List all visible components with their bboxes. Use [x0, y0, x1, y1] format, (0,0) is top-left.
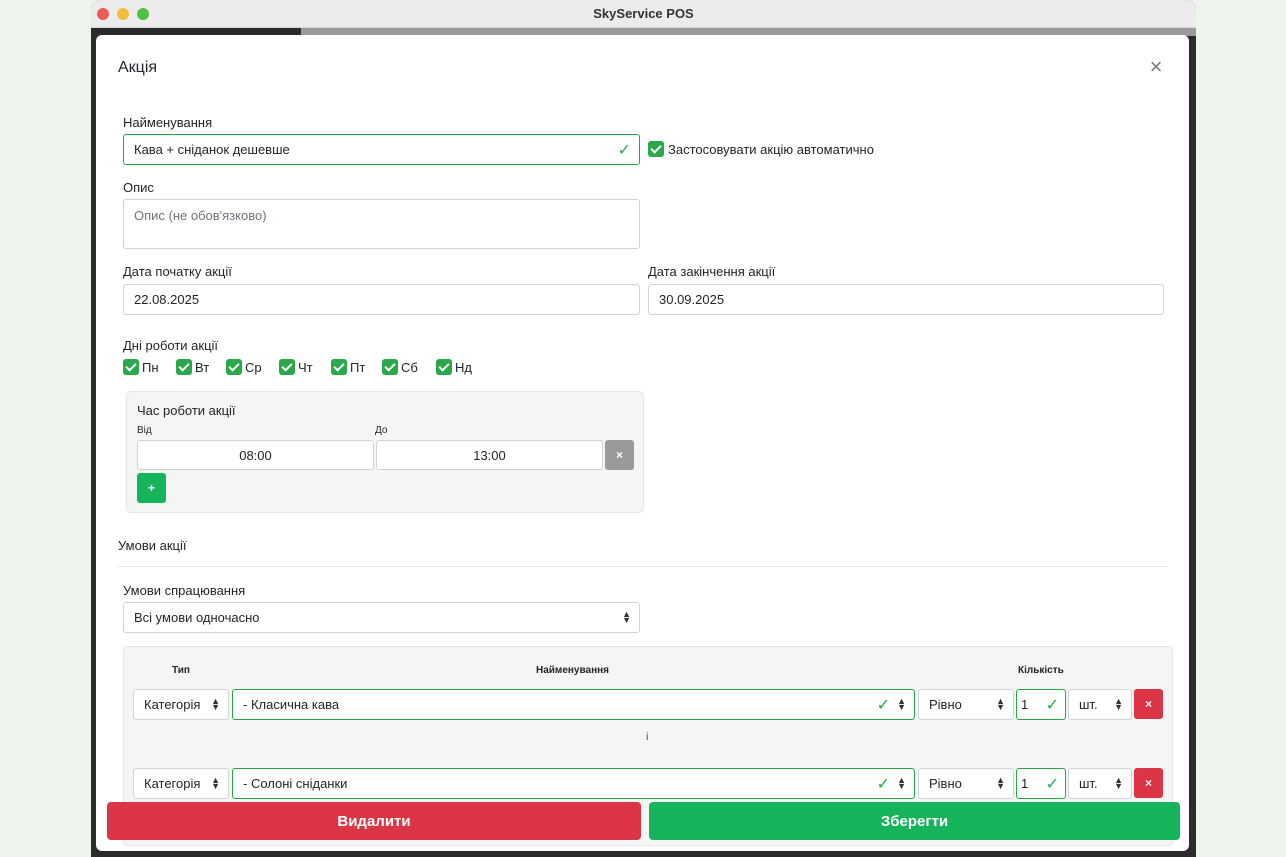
trigger-label: Умови спрацювання — [123, 583, 246, 598]
condition-unit-value: шт. — [1079, 776, 1098, 791]
promotion-modal: Акція × Найменування Кава + сніданок деш… — [96, 35, 1189, 851]
condition-name-value: - Солоні сніданки — [243, 776, 348, 791]
conditions-section-title: Умови акції — [118, 538, 187, 553]
updown-arrows-icon: ▲ ▼ — [211, 775, 220, 791]
and-separator: і — [646, 731, 649, 743]
condition-op-value: Рівно — [929, 697, 962, 712]
time-to-input[interactable]: 13:00 — [376, 440, 603, 470]
updown-arrows-icon: ▲ ▼ — [996, 696, 1005, 712]
day-checkbox-sat[interactable]: Сб — [382, 359, 436, 375]
days-checkboxes: Пн Вт Ср Чт Пт Сб Нд — [123, 359, 486, 375]
day-label: Вт — [195, 359, 210, 375]
day-checkbox-mon[interactable]: Пн — [123, 359, 176, 375]
time-block-title: Час роботи акції — [137, 403, 236, 418]
condition-unit-select[interactable]: шт. ▲ ▼ — [1068, 768, 1132, 799]
day-label: Сб — [401, 359, 418, 375]
auto-apply-label: Застосовувати акцію автоматично — [668, 141, 874, 157]
col-qty-header: Кількість — [1018, 665, 1064, 676]
condition-name-value: - Класична кава — [243, 697, 340, 712]
day-checkbox-sun[interactable]: Нд — [436, 359, 486, 375]
checkbox-checked-icon — [382, 359, 398, 375]
auto-apply-checkbox[interactable]: Застосовувати акцію автоматично — [648, 141, 874, 157]
condition-unit-select[interactable]: шт. ▲ ▼ — [1068, 689, 1132, 720]
start-date-label: Дата початку акції — [123, 264, 232, 279]
trigger-value: Всі умови одночасно — [134, 610, 260, 625]
day-label: Ср — [245, 359, 262, 375]
updown-arrows-icon: ▲ ▼ — [897, 775, 906, 791]
add-time-button[interactable]: + — [137, 473, 166, 503]
updown-arrows-icon: ▲ ▼ — [622, 609, 631, 625]
end-date-label: Дата закінчення акції — [648, 264, 776, 279]
end-date-value: 30.09.2025 — [659, 292, 725, 307]
start-date-value: 22.08.2025 — [134, 292, 200, 307]
condition-op-select[interactable]: Рівно ▲ ▼ — [918, 768, 1014, 799]
updown-arrows-icon: ▲ ▼ — [211, 696, 220, 712]
description-textarea[interactable]: Опис (не обов'язково) — [123, 199, 640, 249]
name-label: Найменування — [123, 115, 213, 130]
valid-check-icon: ✓ — [876, 697, 890, 714]
condition-unit-value: шт. — [1079, 697, 1098, 712]
condition-name-select[interactable]: - Класична кава ✓ ▲ ▼ — [232, 689, 915, 720]
checkbox-checked-icon — [176, 359, 192, 375]
checkbox-checked-icon — [436, 359, 452, 375]
col-type-header: Тип — [172, 665, 190, 676]
updown-arrows-icon: ▲ ▼ — [996, 775, 1005, 791]
time-from-label: Від — [137, 425, 152, 436]
valid-check-icon: ✓ — [617, 142, 631, 159]
updown-arrows-icon: ▲ ▼ — [1114, 775, 1123, 791]
condition-name-select[interactable]: - Солоні сніданки ✓ ▲ ▼ — [232, 768, 915, 799]
checkbox-checked-icon — [226, 359, 242, 375]
condition-qty-input[interactable]: 1 ✓ — [1016, 689, 1066, 720]
col-name-header: Найменування — [536, 665, 609, 676]
close-icon[interactable]: × — [1146, 56, 1166, 78]
days-label: Дні роботи акції — [123, 338, 219, 353]
day-checkbox-fri[interactable]: Пт — [331, 359, 382, 375]
updown-arrows-icon: ▲ ▼ — [897, 696, 906, 712]
name-value: Кава + сніданок дешевше — [134, 142, 290, 157]
description-label: Опис — [123, 180, 154, 195]
title-bar: SkyService POS — [91, 0, 1196, 28]
condition-op-select[interactable]: Рівно ▲ ▼ — [918, 689, 1014, 720]
day-checkbox-tue[interactable]: Вт — [176, 359, 226, 375]
updown-arrows-icon: ▲ ▼ — [1114, 696, 1123, 712]
day-label: Чт — [298, 359, 313, 375]
delete-button[interactable]: Видалити — [107, 802, 641, 840]
condition-type-value: Категорія — [144, 776, 201, 791]
remove-condition-button[interactable]: × — [1134, 768, 1163, 798]
modal-title: Акція — [118, 59, 158, 76]
condition-op-value: Рівно — [929, 776, 962, 791]
day-label: Нд — [455, 359, 472, 375]
window-title: SkyService POS — [593, 6, 694, 21]
time-block: Час роботи акції Від До 08:00 13:00 × + — [126, 391, 644, 513]
end-date-input[interactable]: 30.09.2025 — [648, 284, 1164, 315]
remove-condition-button[interactable]: × — [1134, 689, 1163, 719]
day-label: Пт — [350, 359, 366, 375]
condition-type-select[interactable]: Категорія ▲ ▼ — [133, 768, 229, 799]
condition-qty-value: 1 — [1021, 697, 1029, 712]
checkbox-checked-icon — [648, 141, 664, 157]
time-from-input[interactable]: 08:00 — [137, 440, 374, 470]
remove-time-button[interactable]: × — [605, 440, 634, 470]
condition-type-value: Категорія — [144, 697, 201, 712]
day-checkbox-thu[interactable]: Чт — [279, 359, 331, 375]
condition-qty-input[interactable]: 1 ✓ — [1016, 768, 1066, 799]
valid-check-icon: ✓ — [1045, 776, 1059, 793]
start-date-input[interactable]: 22.08.2025 — [123, 284, 640, 315]
valid-check-icon: ✓ — [876, 776, 890, 793]
valid-check-icon: ✓ — [1045, 697, 1059, 714]
checkbox-checked-icon — [331, 359, 347, 375]
checkbox-checked-icon — [279, 359, 295, 375]
name-input[interactable]: Кава + сніданок дешевше ✓ — [123, 134, 640, 165]
checkbox-checked-icon — [123, 359, 139, 375]
save-button[interactable]: Зберегти — [649, 802, 1180, 840]
trigger-select[interactable]: Всі умови одночасно ▲ ▼ — [123, 602, 640, 633]
divider — [118, 566, 1168, 567]
day-checkbox-wed[interactable]: Ср — [226, 359, 279, 375]
time-to-label: До — [375, 425, 388, 436]
condition-qty-value: 1 — [1021, 776, 1029, 791]
day-label: Пн — [142, 359, 159, 375]
condition-type-select[interactable]: Категорія ▲ ▼ — [133, 689, 229, 720]
